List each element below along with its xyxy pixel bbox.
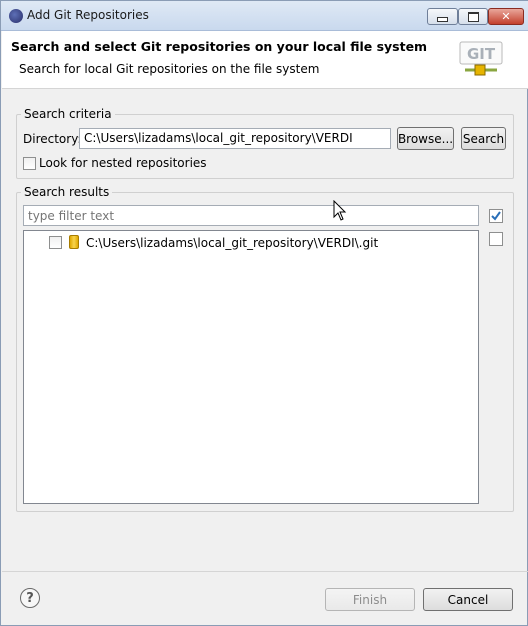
mouse-cursor-icon xyxy=(333,200,347,221)
repository-checkbox[interactable] xyxy=(49,236,62,249)
maximize-icon xyxy=(467,11,479,22)
results-tree: C:\Users\lizadams\local_git_repository\V… xyxy=(23,230,479,504)
minimize-icon xyxy=(437,17,448,22)
select-all-icon[interactable] xyxy=(489,209,503,223)
browse-button[interactable]: Browse... xyxy=(397,127,454,150)
filter-input[interactable] xyxy=(23,205,479,226)
help-button[interactable]: ? xyxy=(20,588,40,608)
maximize-button[interactable] xyxy=(458,8,488,25)
page-subtitle: Search for local Git repositories on the… xyxy=(19,62,320,76)
directory-input[interactable]: C:\Users\lizadams\local_git_repository\V… xyxy=(79,128,391,149)
close-icon: ✕ xyxy=(501,10,511,23)
finish-button[interactable]: Finish xyxy=(325,588,415,611)
cancel-button[interactable]: Cancel xyxy=(423,588,513,611)
search-button[interactable]: Search xyxy=(461,127,506,150)
help-icon: ? xyxy=(26,590,34,606)
directory-label: Directory: xyxy=(23,132,82,146)
title-bar: Add Git Repositories ✕ xyxy=(1,1,528,31)
deselect-all-icon[interactable] xyxy=(489,232,503,246)
repository-path: C:\Users\lizadams\local_git_repository\V… xyxy=(86,236,379,250)
search-results-label: Search results xyxy=(21,185,113,199)
nested-repositories-label: Look for nested repositories xyxy=(39,156,207,170)
browse-button-label: Browse... xyxy=(397,131,454,146)
nested-repositories-checkbox[interactable] xyxy=(23,157,36,170)
directory-value: C:\Users\lizadams\local_git_repository\V… xyxy=(84,131,353,145)
page-title: Search and select Git repositories on yo… xyxy=(11,39,428,54)
dialog-window: Add Git Repositories ✕ Search and select… xyxy=(0,0,528,626)
cancel-button-label: Cancel xyxy=(447,592,489,607)
finish-button-label: Finish xyxy=(352,592,388,607)
close-button[interactable]: ✕ xyxy=(488,8,524,25)
eclipse-icon xyxy=(9,9,23,23)
repository-icon xyxy=(69,235,79,249)
list-item[interactable]: C:\Users\lizadams\local_git_repository\V… xyxy=(24,233,478,253)
minimize-button[interactable] xyxy=(427,8,458,25)
search-button-label: Search xyxy=(462,131,505,146)
git-logo-text: GIT xyxy=(467,45,496,63)
git-logo-icon: GIT xyxy=(459,41,503,76)
footer-divider xyxy=(2,571,528,572)
search-criteria-label: Search criteria xyxy=(21,107,115,121)
window-title: Add Git Repositories xyxy=(27,8,149,22)
